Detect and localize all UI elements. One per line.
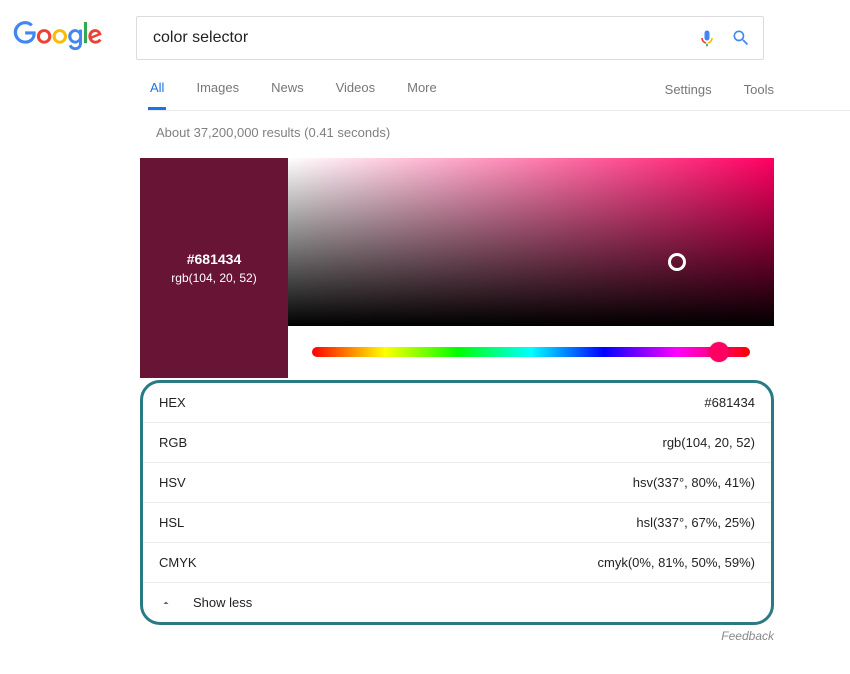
row-cmyk: CMYK cmyk(0%, 81%, 50%, 59%) bbox=[143, 542, 771, 582]
color-picker-widget: #681434 rgb(104, 20, 52) HEX #681434 RGB bbox=[140, 158, 774, 625]
color-swatch: #681434 rgb(104, 20, 52) bbox=[140, 158, 288, 378]
tab-settings[interactable]: Settings bbox=[663, 82, 714, 109]
show-less-label: Show less bbox=[193, 595, 252, 610]
value-hsv: hsv(337°, 80%, 41%) bbox=[633, 475, 755, 490]
show-less-toggle[interactable]: Show less bbox=[143, 582, 771, 622]
label-hex: HEX bbox=[159, 395, 186, 410]
search-bar bbox=[136, 16, 764, 60]
value-rgb: rgb(104, 20, 52) bbox=[662, 435, 755, 450]
swatch-hex: #681434 bbox=[187, 251, 242, 267]
hue-slider[interactable] bbox=[312, 347, 750, 357]
tab-tools[interactable]: Tools bbox=[742, 82, 776, 109]
row-hex: HEX #681434 bbox=[143, 383, 771, 422]
search-icon[interactable] bbox=[729, 26, 753, 50]
tab-news[interactable]: News bbox=[269, 80, 306, 110]
tab-images[interactable]: Images bbox=[194, 80, 241, 110]
hue-handle[interactable] bbox=[709, 342, 729, 362]
tab-videos[interactable]: Videos bbox=[334, 80, 378, 110]
row-rgb: RGB rgb(104, 20, 52) bbox=[143, 422, 771, 462]
results-stats: About 37,200,000 results (0.41 seconds) bbox=[156, 125, 850, 140]
value-hsl: hsl(337°, 67%, 25%) bbox=[636, 515, 755, 530]
tab-more[interactable]: More bbox=[405, 80, 439, 110]
search-input[interactable] bbox=[147, 29, 685, 47]
row-hsl: HSL hsl(337°, 67%, 25%) bbox=[143, 502, 771, 542]
label-hsv: HSV bbox=[159, 475, 186, 490]
chevron-up-icon bbox=[159, 596, 173, 610]
saturation-value-area[interactable] bbox=[288, 158, 774, 326]
value-hex: #681434 bbox=[704, 395, 755, 410]
row-hsv: HSV hsv(337°, 80%, 41%) bbox=[143, 462, 771, 502]
swatch-rgb: rgb(104, 20, 52) bbox=[171, 271, 256, 285]
value-cmyk: cmyk(0%, 81%, 50%, 59%) bbox=[597, 555, 755, 570]
label-cmyk: CMYK bbox=[159, 555, 197, 570]
mic-icon[interactable] bbox=[695, 26, 719, 50]
label-hsl: HSL bbox=[159, 515, 184, 530]
label-rgb: RGB bbox=[159, 435, 187, 450]
color-values-panel: HEX #681434 RGB rgb(104, 20, 52) HSV hsv… bbox=[140, 380, 774, 625]
google-logo[interactable] bbox=[12, 21, 104, 56]
tab-all[interactable]: All bbox=[148, 80, 166, 110]
sv-cursor[interactable] bbox=[668, 253, 686, 271]
feedback-link[interactable]: Feedback bbox=[140, 629, 774, 643]
